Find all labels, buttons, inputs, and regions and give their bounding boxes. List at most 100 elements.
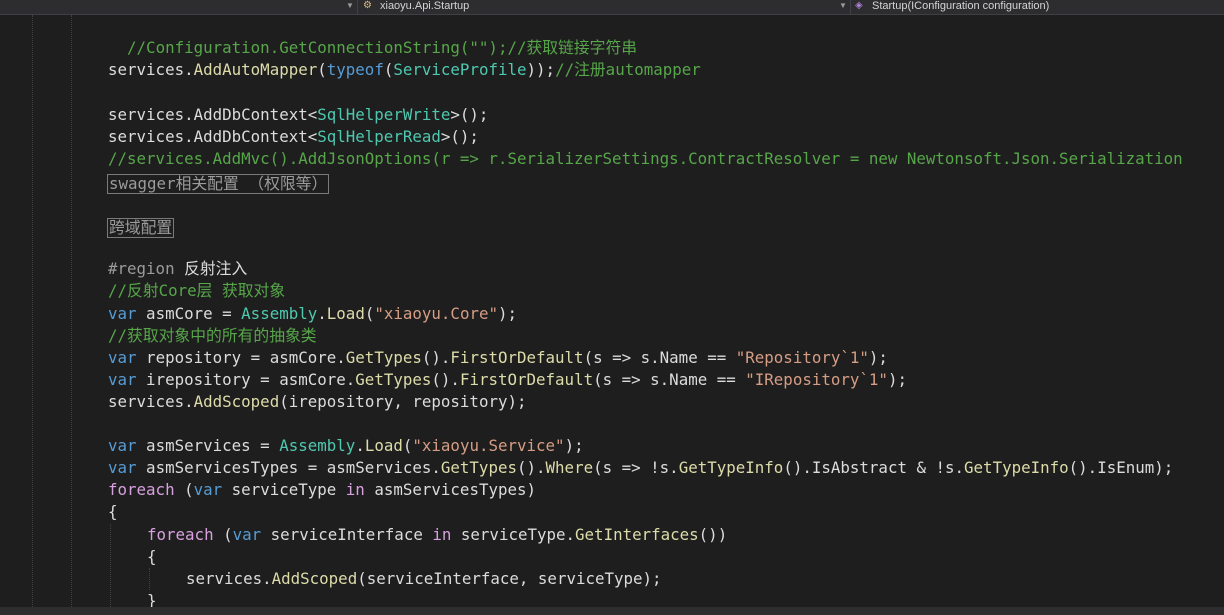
indent-guide xyxy=(149,568,150,590)
keyword: var xyxy=(108,436,137,455)
code-line[interactable]: var asmServices = Assembly.Load("xiaoyu.… xyxy=(108,435,584,457)
method-name: GetTypes xyxy=(355,370,432,389)
identifier: services xyxy=(108,60,185,79)
collapsed-region-swagger[interactable]: swagger相关配置 （权限等） xyxy=(107,174,330,194)
code-line[interactable]: foreach (var serviceInterface in service… xyxy=(147,524,727,546)
identifier: ().IsEnum); xyxy=(1068,458,1174,477)
method-name: GetTypeInfo xyxy=(678,458,784,477)
identifier: (s => s.Name == xyxy=(593,370,746,389)
indent-guide xyxy=(71,15,72,607)
keyword: foreach xyxy=(147,525,214,544)
code-line[interactable]: services.AddScoped(serviceInterface, ser… xyxy=(186,568,662,590)
string-literal: "Repository`1" xyxy=(735,348,869,367)
punct: ( xyxy=(383,60,394,79)
string-literal: "xiaoyu.Service" xyxy=(412,436,565,455)
keyword: var xyxy=(108,458,137,477)
keyword: typeof xyxy=(326,60,384,79)
method-name: AddScoped xyxy=(271,569,358,588)
punct: ( xyxy=(317,60,327,79)
identifier: services. xyxy=(186,569,272,588)
comment: //services.AddMvc().AddJsonOptions(r => … xyxy=(108,149,1183,168)
brace: { xyxy=(108,502,118,521)
keyword: var xyxy=(193,480,223,499)
code-line[interactable]: //services.AddMvc().AddJsonOptions(r => … xyxy=(108,148,1183,170)
code-line[interactable]: foreach (var serviceType in asmServicesT… xyxy=(108,479,536,501)
method-name: FirstOrDefault xyxy=(459,370,594,389)
type-dropdown[interactable]: xiaoyu.Api.Startup xyxy=(380,0,469,13)
punct: ( xyxy=(364,304,375,323)
indent-guide xyxy=(110,524,111,607)
code-line[interactable]: { xyxy=(108,501,118,523)
chevron-down-icon[interactable]: ▼ xyxy=(346,1,354,10)
punct: ); xyxy=(887,370,907,389)
editor-gutter xyxy=(0,15,18,615)
method-icon: ◈ xyxy=(855,0,863,11)
punct: ( xyxy=(213,525,233,544)
comment: //反射Core层 获取对象 xyxy=(108,281,286,300)
punct: ( xyxy=(402,436,413,455)
code-line[interactable]: var asmServicesTypes = asmServices.GetTy… xyxy=(108,457,1173,479)
keyword: var xyxy=(108,370,137,389)
identifier: ().IsAbstract & !s. xyxy=(783,458,965,477)
identifier: (s => !s. xyxy=(593,458,679,477)
method-name: Load xyxy=(326,304,365,323)
punct: >(); xyxy=(440,127,479,146)
divider xyxy=(357,0,358,14)
identifier: asmServices = xyxy=(136,436,280,455)
indent-guide xyxy=(32,15,33,607)
identifier: asmServicesTypes = asmServices. xyxy=(136,458,441,477)
class-icon: ⚙ xyxy=(363,0,372,11)
identifier: (s => s.Name == xyxy=(583,348,736,367)
punct: (). xyxy=(421,348,451,367)
code-line[interactable]: { xyxy=(147,546,157,568)
method-name: FirstOrDefault xyxy=(450,348,584,367)
string-literal: "IRepository`1" xyxy=(745,370,888,389)
code-line[interactable]: #region 反射注入 xyxy=(108,258,247,280)
divider xyxy=(850,0,851,14)
punct: )); xyxy=(526,60,556,79)
region-name: 反射注入 xyxy=(174,259,248,278)
punct: (). xyxy=(431,370,460,389)
code-line[interactable]: services.AddDbContext<SqlHelperRead>(); xyxy=(108,126,479,148)
brace: { xyxy=(147,547,157,566)
member-dropdown[interactable]: Startup(IConfiguration configuration) xyxy=(872,0,1049,13)
keyword: foreach xyxy=(108,480,175,499)
identifier: serviceInterface xyxy=(261,525,433,544)
editor-navigation-bar: ▼ ⚙ xiaoyu.Api.Startup ▼ ◈ Startup(IConf… xyxy=(0,0,1224,15)
code-line[interactable]: var irepository = asmCore.GetTypes().Fir… xyxy=(108,369,907,391)
type-name: SqlHelperWrite xyxy=(317,105,451,124)
code-line[interactable]: var repository = asmCore.GetTypes().Firs… xyxy=(108,347,888,369)
preprocessor-directive: #region xyxy=(108,259,175,278)
punct: . xyxy=(317,304,327,323)
identifier: (irepository, repository); xyxy=(279,392,527,411)
code-line[interactable]: //反射Core层 获取对象 xyxy=(108,280,285,302)
method-name: AddScoped xyxy=(193,392,280,411)
identifier: serviceType. xyxy=(451,525,576,544)
code-line[interactable]: var asmCore = Assembly.Load("xiaoyu.Core… xyxy=(108,303,517,325)
method-name: GetTypes xyxy=(440,458,517,477)
keyword: var xyxy=(108,304,137,323)
identifier: services.AddDbContext< xyxy=(108,127,318,146)
method-name: Load xyxy=(364,436,403,455)
type-name: ServiceProfile xyxy=(393,60,527,79)
comment: //注册automapper xyxy=(555,60,701,79)
method-name: Where xyxy=(545,458,594,477)
code-line[interactable]: services.AddAutoMapper(typeof(ServicePro… xyxy=(108,59,701,81)
comment: //获取对象中的所有的抽象类 xyxy=(108,326,317,345)
collapsed-region-cors[interactable]: 跨域配置 xyxy=(107,218,175,238)
keyword: in xyxy=(345,480,365,499)
identifier: services.AddDbContext< xyxy=(108,105,318,124)
code-line[interactable]: //Configuration.GetConnectionString("");… xyxy=(108,15,637,57)
punct: . xyxy=(184,60,194,79)
code-line[interactable]: //获取对象中的所有的抽象类 xyxy=(108,325,317,347)
bottom-scrollbar[interactable] xyxy=(0,607,1224,615)
identifier: services. xyxy=(108,392,194,411)
chevron-down-icon[interactable]: ▼ xyxy=(839,1,847,10)
method-name: GetInterfaces xyxy=(575,525,699,544)
code-line[interactable]: services.AddDbContext<SqlHelperWrite>(); xyxy=(108,104,488,126)
punct: (). xyxy=(516,458,546,477)
code-line[interactable]: services.AddScoped(irepository, reposito… xyxy=(108,391,527,413)
comment: //Configuration.GetConnectionString("");… xyxy=(127,38,638,57)
punct: ); xyxy=(564,436,584,455)
method-name: GetTypes xyxy=(345,348,422,367)
